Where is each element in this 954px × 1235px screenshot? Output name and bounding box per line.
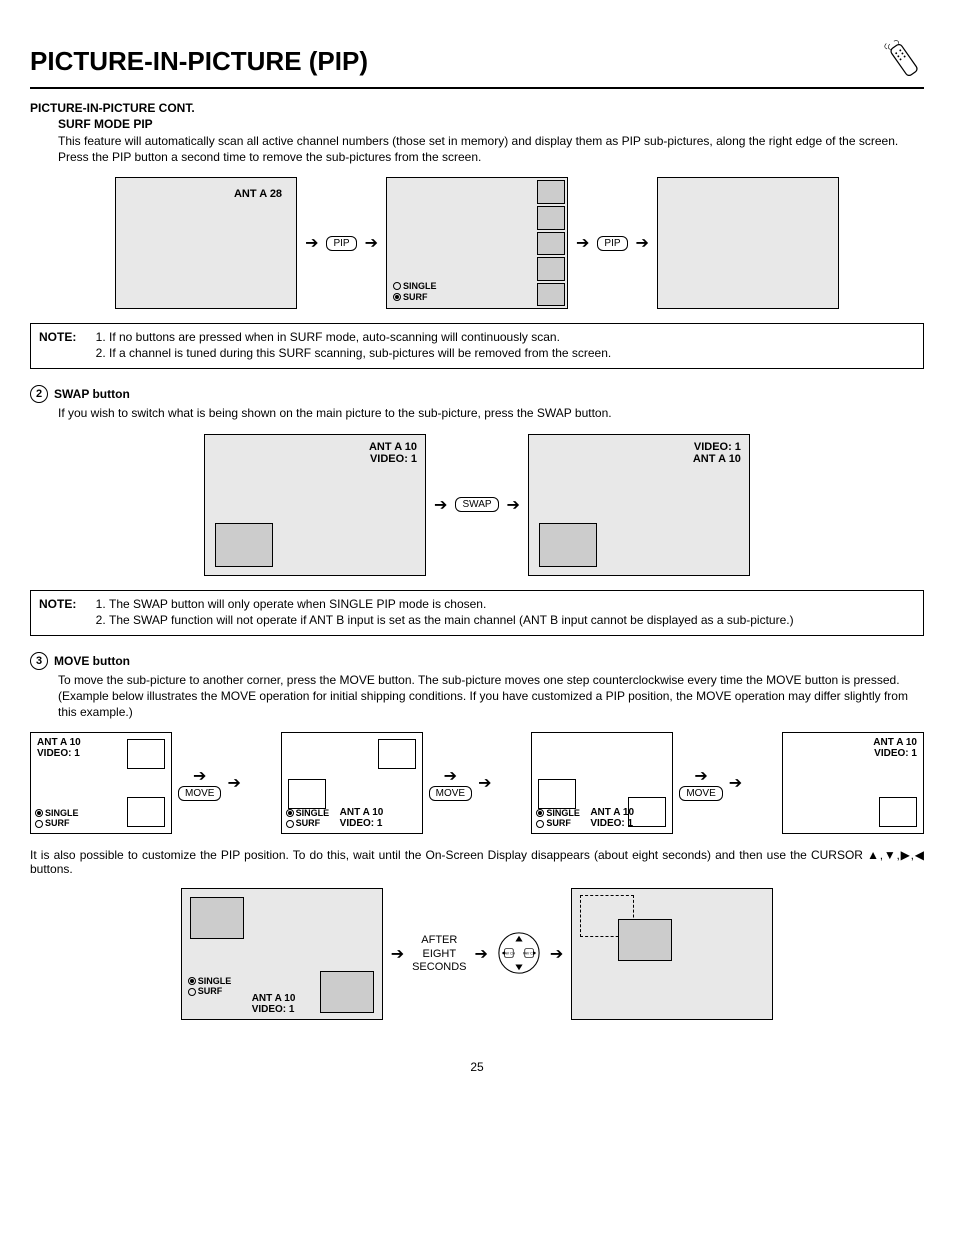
pip-box <box>127 797 165 827</box>
screen-after-cursor <box>571 888 773 1020</box>
screen-before-cursor: SINGLE SURF ANT A 10VIDEO: 1 <box>181 888 383 1020</box>
screen-swap-after: VIDEO: 1ANT A 10 <box>528 434 750 576</box>
arrow-icon: ➔ <box>475 944 488 964</box>
arrow-icon: ➔ <box>478 773 491 793</box>
pip-box <box>618 919 672 961</box>
pip-button-label: PIP <box>597 236 627 251</box>
svg-text:FAV CH: FAV CH <box>503 951 516 955</box>
step-number-icon: 2 <box>30 385 48 403</box>
note-item: If a channel is tuned during this SURF s… <box>109 346 611 360</box>
mode-indicator: SINGLE SURF <box>536 808 580 830</box>
dpad-icon: FAV CH FAV CH <box>496 930 542 979</box>
move-heading: 3 MOVE button <box>30 652 924 670</box>
pip-box <box>190 897 244 939</box>
arrow-icon: ➔ <box>391 944 404 964</box>
swap-heading: 2 SWAP button <box>30 385 924 403</box>
mode-indicator: SINGLE SURF <box>35 808 79 830</box>
arrow-icon: ➔ <box>550 944 563 964</box>
move-button-label: MOVE <box>178 786 221 801</box>
move-button-label: MOVE <box>429 786 472 801</box>
note-item: The SWAP button will only operate when S… <box>109 597 794 611</box>
section-cont-heading: PICTURE-IN-PICTURE CONT. <box>30 101 924 115</box>
arrow-icon: ➔ <box>576 233 589 253</box>
screen-move-3: SINGLE SURF ANT A 10VIDEO: 1 <box>531 732 673 834</box>
mode-indicator: SINGLE SURF <box>286 808 330 830</box>
arrow-icon: ➔ <box>729 773 742 793</box>
osd-label: ANT A 10VIDEO: 1 <box>340 807 384 829</box>
screen-before: ANT A 28 <box>115 177 297 309</box>
remote-icon <box>884 40 924 83</box>
page-number: 25 <box>30 1060 924 1074</box>
osd-ant: ANT A 28 <box>234 188 282 200</box>
swap-body: If you wish to switch what is being show… <box>58 405 924 421</box>
screen-swap-before: ANT A 10VIDEO: 1 <box>204 434 426 576</box>
cursor-diagram: SINGLE SURF ANT A 10VIDEO: 1 ➔ AFTEREIGH… <box>30 888 924 1020</box>
arrow-icon: ➔ <box>507 495 520 515</box>
arrow-icon: ➔ <box>365 233 378 253</box>
pip-button-label: PIP <box>326 236 356 251</box>
arrow-icon: ➔ <box>227 773 240 793</box>
after-eight-label: AFTEREIGHTSECONDS <box>412 934 466 974</box>
pip-box <box>320 971 374 1013</box>
screen-surf: SINGLE SURF <box>386 177 568 309</box>
screen-move-2: SINGLE SURF ANT A 10VIDEO: 1 <box>281 732 423 834</box>
pip-box <box>378 739 416 769</box>
pip-box <box>288 779 326 809</box>
pip-box <box>539 523 597 567</box>
pip-box <box>127 739 165 769</box>
osd-label: VIDEO: 1ANT A 10 <box>693 441 741 465</box>
pip-strip <box>537 180 565 306</box>
move-button-label: MOVE <box>679 786 722 801</box>
pip-box <box>215 523 273 567</box>
mode-indicator: SINGLE SURF <box>188 976 232 998</box>
osd-label: ANT A 10VIDEO: 1 <box>252 993 296 1015</box>
surf-body: This feature will automatically scan all… <box>58 133 924 165</box>
pip-box <box>879 797 917 827</box>
screen-after <box>657 177 839 309</box>
arrow-icon: ➔ <box>434 495 447 515</box>
osd-label: ANT A 10VIDEO: 1 <box>369 441 417 465</box>
note-item: If no buttons are pressed when in SURF m… <box>109 330 611 344</box>
move-body: To move the sub-picture to another corne… <box>58 672 924 721</box>
osd-label: ANT A 10VIDEO: 1 <box>590 807 634 829</box>
note-label: NOTE: <box>39 597 83 629</box>
move-diagram: ANT A 10VIDEO: 1 SINGLE SURF ➔ MOVE ➔ SI… <box>30 732 924 834</box>
surf-heading: SURF MODE PIP <box>58 117 924 131</box>
osd-label: ANT A 10VIDEO: 1 <box>37 737 81 759</box>
screen-move-1: ANT A 10VIDEO: 1 SINGLE SURF <box>30 732 172 834</box>
screen-move-4: ANT A 10VIDEO: 1 <box>782 732 924 834</box>
mode-indicator: SINGLE SURF <box>393 281 437 303</box>
step-number-icon: 3 <box>30 652 48 670</box>
move-tail: It is also possible to customize the PIP… <box>30 848 924 876</box>
note-item: The SWAP function will not operate if AN… <box>109 613 794 627</box>
svg-text:FAV CH: FAV CH <box>523 951 536 955</box>
surf-diagram: ANT A 28 ➔ PIP ➔ SINGLE SURF ➔ PIP ➔ <box>30 177 924 309</box>
surf-note: NOTE: If no buttons are pressed when in … <box>30 323 924 369</box>
arrow-icon: ➔ <box>305 233 318 253</box>
title-rule <box>30 87 924 89</box>
arrow-icon: ➔ <box>694 766 707 786</box>
swap-diagram: ANT A 10VIDEO: 1 ➔ SWAP ➔ VIDEO: 1ANT A … <box>30 434 924 576</box>
arrow-icon: ➔ <box>193 766 206 786</box>
osd-label: ANT A 10VIDEO: 1 <box>873 737 917 759</box>
note-label: NOTE: <box>39 330 83 362</box>
arrow-icon: ➔ <box>636 233 649 253</box>
swap-note: NOTE: The SWAP button will only operate … <box>30 590 924 636</box>
swap-button-label: SWAP <box>455 497 498 512</box>
pip-box <box>538 779 576 809</box>
page-title: PICTURE-IN-PICTURE (PIP) <box>30 46 368 77</box>
arrow-icon: ➔ <box>444 766 457 786</box>
